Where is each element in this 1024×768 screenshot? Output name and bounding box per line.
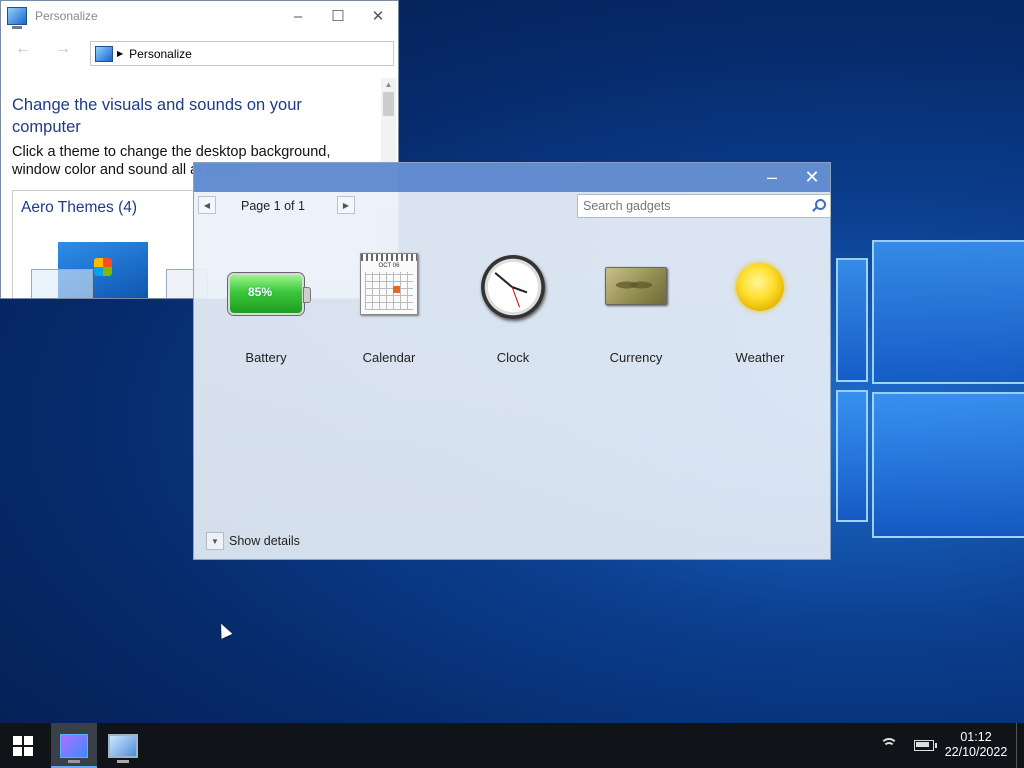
gadget-weather[interactable]: Weather: [698, 235, 822, 375]
windows-logo-icon: [13, 735, 33, 756]
scroll-up-icon[interactable]: ▲: [381, 78, 396, 92]
show-details-label[interactable]: Show details: [229, 534, 300, 548]
breadcrumb-caret-icon[interactable]: ▶: [117, 49, 123, 58]
minimize-button[interactable]: –: [752, 163, 792, 192]
close-button[interactable]: ✕: [792, 163, 832, 192]
gadget-calendar[interactable]: OCT 06 Calendar: [327, 235, 451, 375]
currency-icon: [605, 267, 667, 305]
window-title: Personalize: [35, 9, 98, 23]
show-desktop-button[interactable]: [1016, 723, 1017, 768]
minute-hand: [494, 272, 513, 288]
gadget-label: Clock: [496, 350, 530, 365]
page-indicator: Page 1 of 1: [241, 199, 305, 213]
personalize-titlebar[interactable]: Personalize – ☐ ✕: [1, 1, 398, 31]
calendar-icon: OCT 06: [360, 253, 418, 315]
show-details-toggle[interactable]: ▼ Show details: [206, 532, 300, 550]
search-icon[interactable]: [809, 197, 827, 215]
personalize-small-icon: [95, 45, 113, 62]
light-pane: [872, 240, 1024, 384]
breadcrumb-item[interactable]: Personalize: [129, 47, 192, 61]
calendar-grid: [365, 272, 413, 310]
close-button[interactable]: ✕: [358, 1, 398, 31]
battery-tray-icon[interactable]: [914, 740, 937, 751]
light-pane: [836, 258, 868, 382]
calendar-rings: [361, 254, 417, 261]
clock-date: 22/10/2022: [944, 745, 1008, 759]
clock-icon: [481, 255, 545, 319]
gadget-clock[interactable]: Clock: [451, 235, 575, 375]
search-placeholder: Search gadgets: [583, 199, 671, 213]
taskbar: 01:12 22/10/2022: [0, 723, 1024, 768]
windows-flag-icon: [94, 258, 112, 276]
gadgets-titlebar[interactable]: – ✕: [194, 163, 830, 192]
page-heading: Change the visuals and sounds on your co…: [12, 96, 302, 136]
gadget-label: Currency: [609, 350, 663, 365]
previous-page-button[interactable]: ◀: [198, 196, 216, 214]
minimize-button[interactable]: –: [278, 1, 318, 31]
system-clock[interactable]: 01:12 22/10/2022: [940, 730, 1012, 760]
taskbar-personalize[interactable]: [51, 723, 97, 768]
light-pane: [836, 390, 868, 522]
gadgets-taskbar-icon: [108, 733, 138, 763]
calendar-today: [393, 286, 400, 293]
gadget-currency[interactable]: Currency: [574, 235, 698, 375]
calendar-month: OCT 06: [378, 263, 400, 269]
next-page-button[interactable]: ▶: [337, 196, 355, 214]
address-bar[interactable]: ▶ Personalize: [90, 41, 394, 66]
network-icon[interactable]: [880, 736, 898, 754]
mouse-pointer-icon: [215, 621, 233, 639]
battery-level: 85%: [247, 285, 273, 299]
gadgets-window[interactable]: – ✕ ◀ Page 1 of 1 ▶ Search gadgets 85% B…: [193, 162, 831, 560]
maximize-button[interactable]: ☐: [318, 1, 358, 31]
forward-arrow-icon[interactable]: →: [55, 40, 95, 58]
sun-icon: [736, 263, 784, 311]
start-button[interactable]: [0, 723, 46, 768]
scroll-thumb[interactable]: [383, 92, 394, 116]
search-gadgets-input[interactable]: Search gadgets: [577, 194, 831, 218]
gadget-label: Battery: [245, 350, 287, 365]
gadget-label: Weather: [735, 350, 785, 365]
gadget-battery[interactable]: 85% Battery: [204, 235, 328, 375]
battery-icon: 85%: [228, 273, 311, 315]
clock-time: 01:12: [960, 730, 992, 744]
theme-selection-frame[interactable]: [31, 269, 93, 298]
themes-group-title: Aero Themes (4): [21, 199, 138, 216]
light-pane: [872, 392, 1024, 538]
gadget-label: Calendar: [362, 350, 416, 365]
taskbar-gadgets[interactable]: [100, 723, 146, 768]
personalize-app-icon: [7, 7, 27, 29]
back-arrow-icon[interactable]: ←: [15, 40, 55, 58]
personalize-taskbar-icon: [60, 733, 88, 763]
chevron-down-icon[interactable]: ▼: [206, 532, 224, 550]
